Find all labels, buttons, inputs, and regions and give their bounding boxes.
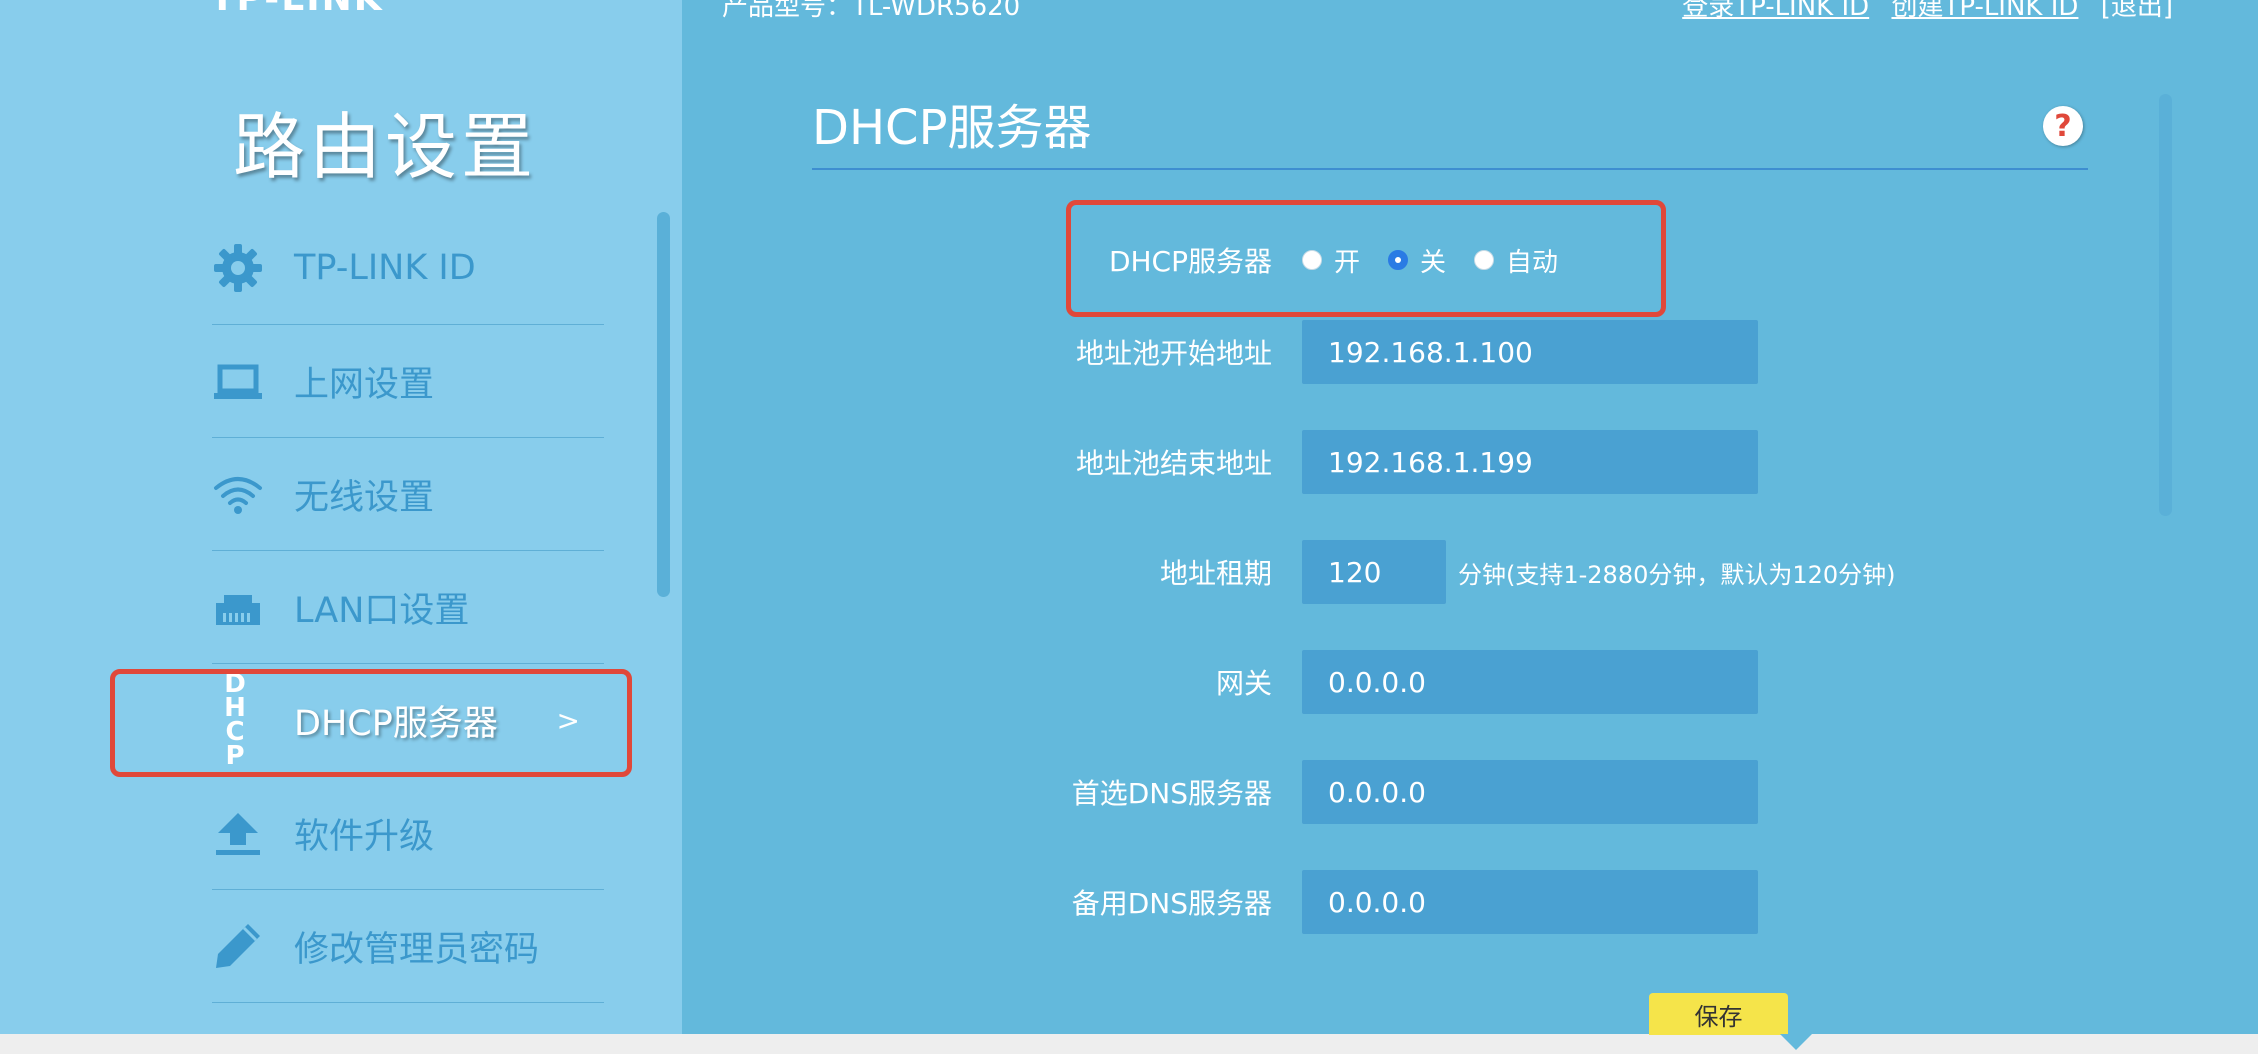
sidebar-item-tp-link-id[interactable]: TP-LINK ID [212, 212, 604, 325]
lease-label: 地址租期 [1159, 557, 1272, 590]
dhcp-radio-highlight-box [1066, 200, 1666, 317]
gateway-input[interactable] [1302, 650, 1758, 714]
tp-link-logo: TP-LINK [210, 0, 384, 19]
bottom-bar [0, 1034, 2258, 1054]
laptop-icon [212, 355, 264, 407]
lan-port-icon [212, 581, 264, 633]
gear-icon [212, 242, 264, 294]
title-divider [812, 168, 2088, 170]
secondary-dns-input[interactable] [1302, 870, 1758, 934]
page-title: DHCP服务器 [812, 100, 1092, 156]
save-button[interactable]: 保存 [1649, 993, 1788, 1035]
dhcp-nav-highlight-box [110, 669, 632, 777]
bottom-notch [1780, 1034, 1812, 1050]
create-tp-link-id-link[interactable]: 创建TP-LINK ID [1891, 0, 2078, 22]
secondary-dns-row: 备用DNS服务器 [812, 870, 1758, 934]
sidebar: TP-LINK 路由设置 [0, 0, 682, 1034]
sidebar-item-lan-settings[interactable]: LAN口设置 [212, 551, 604, 664]
pencil-icon [212, 920, 264, 972]
lease-input[interactable] [1302, 540, 1446, 604]
main-scrollbar[interactable] [2159, 94, 2172, 516]
sidebar-item-label: 软件升级 [294, 816, 435, 857]
sidebar-nav: TP-LINK ID 上网设置 无线设置 LAN口设置 DHCP DHCP服务器… [212, 212, 604, 1003]
sidebar-item-label: 无线设置 [294, 477, 435, 518]
logout-link[interactable]: [退出] [2101, 0, 2173, 22]
sidebar-item-firmware-upgrade[interactable]: 软件升级 [212, 777, 604, 890]
sidebar-scrollbar[interactable] [657, 212, 670, 597]
pool-end-label: 地址池结束地址 [1075, 447, 1272, 480]
sidebar-item-label: 上网设置 [294, 364, 435, 405]
primary-dns-input[interactable] [1302, 760, 1758, 824]
primary-dns-row: 首选DNS服务器 [812, 760, 1758, 824]
pool-end-row: 地址池结束地址 [812, 430, 1758, 494]
gateway-label: 网关 [1215, 667, 1272, 700]
pool-start-input[interactable] [1302, 320, 1758, 384]
product-model: 产品型号：TL-WDR5620 [722, 0, 1021, 22]
lease-hint: 分钟(支持1-2880分钟，默认为120分钟) [1458, 560, 1896, 589]
pool-start-label: 地址池开始地址 [1075, 337, 1272, 370]
wifi-icon [212, 468, 264, 520]
sidebar-item-label: LAN口设置 [294, 590, 470, 631]
sidebar-item-label: 修改管理员密码 [294, 929, 540, 970]
pool-start-row: 地址池开始地址 [812, 320, 1758, 384]
login-tp-link-id-link[interactable]: 登录TP-LINK ID [1682, 0, 1869, 22]
sidebar-title: 路由设置 [232, 105, 537, 189]
primary-dns-label: 首选DNS服务器 [1071, 777, 1272, 810]
sidebar-item-label: TP-LINK ID [294, 248, 476, 288]
lease-row: 地址租期 分钟(支持1-2880分钟，默认为120分钟) [812, 540, 1896, 604]
sidebar-item-internet-settings[interactable]: 上网设置 [212, 325, 604, 438]
gateway-row: 网关 [812, 650, 1758, 714]
help-icon[interactable]: ? [2043, 106, 2083, 146]
sidebar-item-change-admin-password[interactable]: 修改管理员密码 [212, 890, 604, 1003]
pool-end-input[interactable] [1302, 430, 1758, 494]
upload-icon [212, 807, 264, 859]
account-links: 登录TP-LINK ID 创建TP-LINK ID [退出] [1668, 0, 2173, 23]
sidebar-item-wireless-settings[interactable]: 无线设置 [212, 438, 604, 551]
secondary-dns-label: 备用DNS服务器 [1071, 887, 1272, 920]
